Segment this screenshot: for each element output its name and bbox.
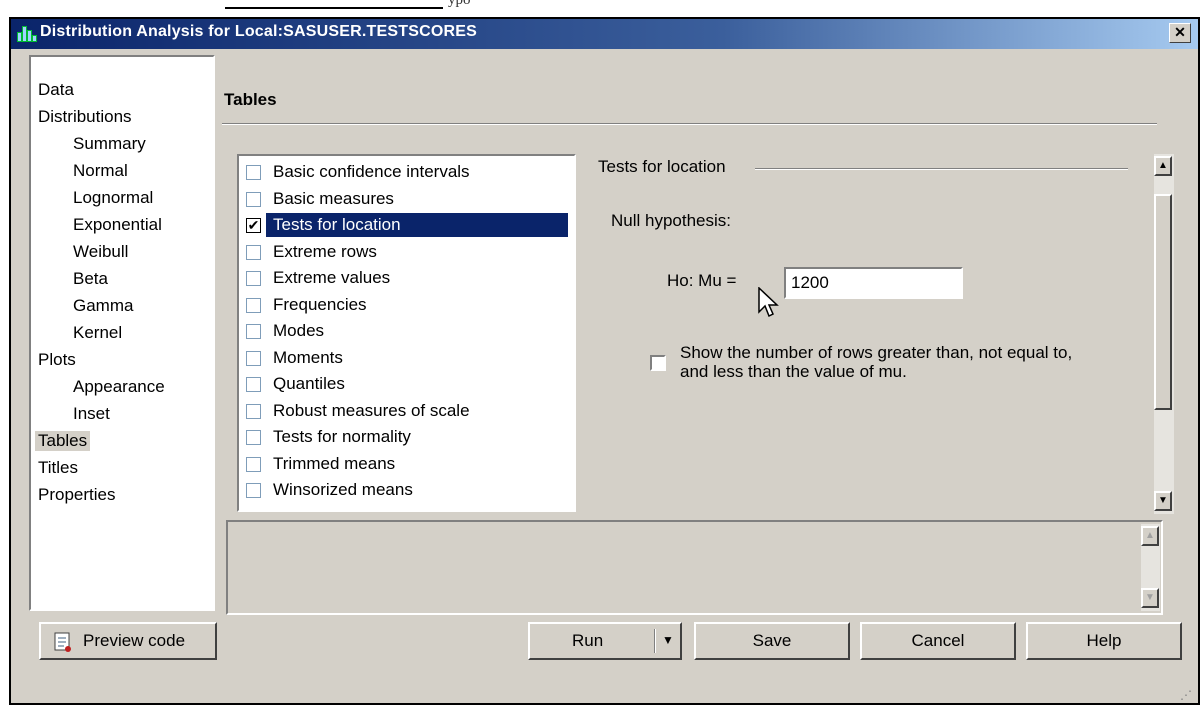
table-option-checkbox[interactable] (246, 456, 261, 472)
table-option-row[interactable]: Robust measures of scale (246, 399, 568, 423)
document-fragment: ypo (0, 0, 1204, 17)
table-option-row[interactable]: Basic confidence intervals (246, 160, 568, 184)
log-scrollbar[interactable]: ▲ ▼ (1141, 524, 1160, 611)
mu-input-field[interactable] (784, 267, 963, 299)
options-scrollbar[interactable]: ▲ ▼ (1154, 154, 1174, 514)
table-option-checkbox[interactable] (246, 271, 261, 286)
preview-code-icon (54, 632, 71, 652)
navigation-tree[interactable]: Data Distributions Summary Normal Lognormal E… (29, 55, 215, 611)
table-option-checkbox[interactable] (246, 191, 261, 207)
nav-item-normal[interactable]: Normal (73, 161, 128, 181)
checkmark-icon: ✔ (247, 217, 260, 233)
title-bar[interactable]: Distribution Analysis for Local:SASUSER.… (11, 19, 1198, 49)
group-label: Tests for location (598, 157, 726, 176)
table-option-label: Frequencies (273, 294, 367, 314)
section-title: Tables (224, 90, 277, 109)
cancel-button[interactable]: Cancel (860, 622, 1016, 660)
chart-app-icon (17, 26, 37, 42)
table-option-row[interactable]: ✔ Tests for location (246, 213, 568, 237)
section-divider (222, 123, 1157, 125)
nav-item-distributions[interactable]: Distributions (38, 107, 132, 127)
table-option-label: Robust measures of scale (273, 400, 470, 420)
nav-item-titles[interactable]: Titles (38, 458, 78, 478)
table-option-row[interactable]: Trimmed means (246, 452, 568, 476)
table-option-checkbox[interactable]: ✔ (246, 218, 261, 233)
run-label: Run (572, 631, 604, 650)
nav-item-beta[interactable]: Beta (73, 269, 108, 289)
nav-item-properties[interactable]: Properties (38, 485, 115, 505)
document-underline (225, 0, 443, 9)
table-option-row[interactable]: Moments (246, 346, 568, 370)
table-option-row[interactable]: Modes (246, 319, 568, 343)
log-area[interactable]: ▲ ▼ (226, 520, 1163, 615)
table-option-checkbox[interactable] (246, 297, 261, 313)
resize-grip-icon[interactable]: ⋰ (1180, 688, 1192, 702)
ho-mu-label: Ho: Mu = (667, 271, 737, 290)
nav-item-plots[interactable]: Plots (38, 350, 76, 370)
table-option-row[interactable]: Extreme rows (246, 240, 568, 264)
table-option-label: Trimmed means (273, 453, 396, 473)
table-option-row[interactable]: Winsorized means (246, 478, 568, 502)
table-option-label: Tests for location (273, 215, 401, 234)
table-option-label: Extreme rows (273, 241, 377, 261)
run-button[interactable]: Run ▼ (528, 622, 682, 660)
document-fragment-text: ypo (448, 0, 471, 8)
window-title: Distribution Analysis for Local:SASUSER.… (40, 23, 478, 40)
run-separator (654, 629, 656, 653)
preview-code-button[interactable]: Preview code (39, 622, 217, 660)
nav-item-weibull[interactable]: Weibull (73, 242, 128, 262)
table-option-label: Moments (273, 347, 343, 367)
nav-item-tables[interactable]: Tables (35, 431, 91, 451)
table-option-label: Modes (273, 321, 325, 340)
table-option-label: Winsorized means (273, 480, 413, 499)
table-option-label: Basic measures (273, 188, 394, 208)
help-button[interactable]: Help (1026, 622, 1182, 660)
nav-item-kernel[interactable]: Kernel (73, 323, 122, 343)
table-option-checkbox[interactable] (246, 430, 261, 445)
run-dropdown-icon[interactable]: ▼ (662, 624, 674, 657)
nav-item-appearance[interactable]: Appearance (73, 377, 165, 397)
show-rows-label: Show the number of rows greater than, no… (680, 343, 1073, 381)
nav-item-summary[interactable]: Summary (73, 134, 146, 154)
table-option-row[interactable]: Basic measures (246, 187, 568, 211)
preview-code-label: Preview code (83, 631, 186, 650)
scroll-thumb[interactable] (1154, 194, 1172, 410)
tables-checklist[interactable]: Basic confidence intervals Basic measures… (237, 154, 576, 512)
show-rows-checkbox[interactable] (650, 355, 666, 371)
table-option-label: Extreme values (273, 268, 391, 287)
nav-item-lognormal[interactable]: Lognormal (73, 188, 153, 208)
scroll-down-button[interactable]: ▼ (1154, 491, 1172, 511)
log-scroll-up-button[interactable]: ▲ (1141, 526, 1159, 546)
table-option-row[interactable]: Frequencies (246, 293, 568, 317)
nav-item-data[interactable]: Data (38, 80, 74, 100)
table-option-checkbox[interactable] (246, 403, 261, 419)
close-button[interactable]: ✕ (1169, 23, 1191, 43)
save-button[interactable]: Save (694, 622, 850, 660)
table-option-label: Quantiles (273, 374, 345, 393)
null-hypothesis-label: Null hypothesis: (611, 211, 732, 230)
scroll-up-button[interactable]: ▲ (1154, 156, 1172, 176)
nav-item-gamma[interactable]: Gamma (73, 296, 133, 316)
table-option-row[interactable]: Tests for normality (246, 425, 568, 449)
table-option-checkbox[interactable] (246, 244, 261, 260)
log-scroll-down-button[interactable]: ▼ (1141, 588, 1159, 608)
nav-item-exponential[interactable]: Exponential (73, 215, 162, 235)
table-option-checkbox[interactable] (246, 350, 261, 366)
table-option-label: Basic confidence intervals (273, 162, 470, 181)
table-option-row[interactable]: Quantiles (246, 372, 568, 396)
mouse-cursor-icon (758, 287, 779, 318)
table-option-checkbox[interactable] (246, 483, 261, 498)
table-option-checkbox[interactable] (246, 324, 261, 339)
table-option-checkbox[interactable] (246, 165, 261, 180)
table-option-checkbox[interactable] (246, 377, 261, 392)
nav-item-inset[interactable]: Inset (73, 404, 110, 424)
mu-input[interactable] (791, 273, 961, 293)
group-line (755, 168, 1128, 170)
table-option-label: Tests for normality (273, 427, 411, 446)
table-option-row[interactable]: Extreme values (246, 266, 568, 290)
